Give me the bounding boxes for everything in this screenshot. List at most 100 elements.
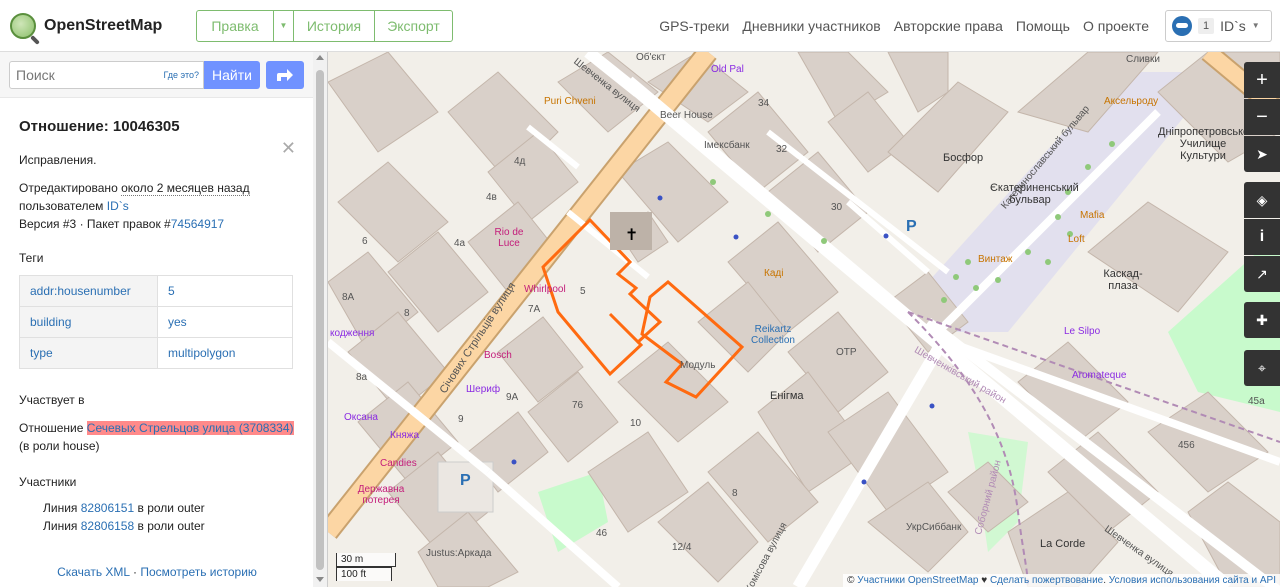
download-xml-link[interactable]: Скачать XML bbox=[57, 565, 130, 579]
scale-metric: 30 m bbox=[336, 553, 396, 567]
avatar bbox=[1172, 15, 1192, 36]
poi-label[interactable]: Justus:Аркада bbox=[426, 548, 491, 559]
poi-label[interactable]: Aromateque bbox=[1072, 370, 1126, 381]
add-note-button[interactable]: ✚ bbox=[1244, 302, 1280, 338]
poi-label[interactable]: Beer House bbox=[660, 110, 713, 121]
part-of-heading: Участвует в bbox=[19, 393, 85, 407]
poi-label[interactable]: Каді bbox=[764, 268, 783, 279]
directions-button[interactable] bbox=[266, 60, 304, 89]
query-features-button[interactable]: ⌖ bbox=[1244, 350, 1280, 386]
poi-label[interactable]: Le Silpo bbox=[1064, 326, 1100, 337]
tag-key[interactable]: addr:housenumber bbox=[19, 275, 158, 307]
attribution-prefix: © bbox=[847, 575, 858, 586]
share-button[interactable]: ↗ bbox=[1244, 256, 1280, 292]
zoom-out-button[interactable]: − bbox=[1244, 99, 1280, 135]
poi-label[interactable]: УкрСиббанк bbox=[906, 522, 961, 533]
export-button[interactable]: Экспорт bbox=[375, 11, 452, 41]
changeset-link[interactable]: 74564917 bbox=[171, 217, 224, 231]
list-item: Линия 82806151 в роли outer bbox=[19, 499, 295, 517]
donate-link[interactable]: Сделать пожертвование bbox=[990, 575, 1103, 586]
sidebar: Поиск Где это? Найти Отношение: 10046305… bbox=[0, 52, 328, 587]
house-number: 8 bbox=[732, 488, 738, 499]
house-number: 4а bbox=[454, 238, 466, 249]
poi-label[interactable]: Puri Chveni bbox=[544, 96, 596, 107]
user-menu[interactable]: 1 ID`s ▼ bbox=[1165, 9, 1272, 42]
where-is-this-link[interactable]: Где это? bbox=[164, 70, 199, 80]
layers-icon: ◈ bbox=[1256, 191, 1268, 208]
poi-label[interactable]: Rio de Luce bbox=[492, 227, 526, 249]
version-info: Версия #3 · Пакет правок # bbox=[19, 217, 171, 231]
edit-button[interactable]: Правка bbox=[197, 10, 274, 41]
poi-label[interactable]: Винтаж bbox=[978, 254, 1013, 265]
poi-label[interactable]: Княжа bbox=[390, 430, 419, 441]
user-link[interactable]: ID`s bbox=[107, 199, 129, 213]
house-number: 5 bbox=[580, 286, 586, 297]
search-input[interactable]: Поиск Где это? bbox=[9, 60, 204, 89]
tag-value[interactable]: multipolygon bbox=[157, 337, 293, 369]
poi-label[interactable]: Reikartz Collection bbox=[748, 324, 798, 346]
map-key-button[interactable]: i bbox=[1244, 219, 1280, 255]
user-name: ID`s bbox=[1220, 17, 1246, 34]
cursor-question-icon: ⌖ bbox=[1258, 359, 1266, 376]
house-number: 7А bbox=[528, 304, 541, 315]
poi-label[interactable]: Сливки bbox=[1126, 54, 1160, 65]
tag-key[interactable]: type bbox=[19, 337, 158, 369]
member-link[interactable]: 82806151 bbox=[81, 501, 134, 515]
poi-label[interactable]: Об'єкт bbox=[636, 52, 666, 63]
osm-logo-icon bbox=[10, 12, 36, 39]
member-link[interactable]: 82806158 bbox=[81, 519, 134, 533]
nav-diaries[interactable]: Дневники участников bbox=[742, 18, 880, 34]
nav-about[interactable]: О проекте bbox=[1083, 18, 1149, 34]
zoom-in-button[interactable]: + bbox=[1244, 62, 1280, 98]
house-number: 76 bbox=[572, 400, 584, 411]
directions-icon bbox=[277, 68, 293, 81]
parking-icon: P bbox=[906, 218, 917, 235]
edited-time: около 2 месяцев назад bbox=[121, 181, 250, 196]
poi-label[interactable]: Bosch bbox=[484, 350, 512, 361]
scrollbar-thumb[interactable] bbox=[316, 70, 324, 570]
search-button[interactable]: Найти bbox=[204, 60, 260, 89]
poi-label[interactable]: Loft bbox=[1068, 234, 1085, 245]
poi-label[interactable]: Old Pal bbox=[711, 64, 744, 75]
search-bar: Поиск Где это? Найти bbox=[0, 52, 327, 98]
poi-label[interactable]: Імексбанк bbox=[704, 140, 750, 151]
locate-button[interactable]: ➤ bbox=[1244, 136, 1280, 172]
edit-dropdown-button[interactable]: ▼ bbox=[274, 10, 294, 41]
layers-button[interactable]: ◈ bbox=[1244, 182, 1280, 218]
map-attribution: © Участники OpenStreetMap ♥ Сделать поже… bbox=[843, 574, 1280, 587]
nav-gps-traces[interactable]: GPS-треки bbox=[659, 18, 729, 34]
scroll-down-icon[interactable] bbox=[316, 577, 324, 582]
parent-relation-link[interactable]: Сечевых Стрельцов улица (3708334) bbox=[86, 421, 294, 435]
poi-label[interactable]: Whirlpool bbox=[524, 284, 566, 295]
svg-text:✝: ✝ bbox=[625, 225, 638, 244]
scroll-up-icon[interactable] bbox=[316, 55, 324, 60]
info-icon: i bbox=[1259, 228, 1265, 245]
poi-label[interactable]: Шериф bbox=[466, 384, 500, 395]
poi-label[interactable]: Candies bbox=[380, 458, 417, 469]
logo[interactable]: OpenStreetMap bbox=[10, 12, 185, 39]
note-add-icon: ✚ bbox=[1256, 311, 1268, 328]
sidebar-footer: Скачать XML · Посмотреть историю bbox=[0, 565, 314, 579]
history-button[interactable]: История bbox=[294, 10, 375, 41]
poi-label[interactable]: Модуль bbox=[680, 360, 715, 371]
nav-help[interactable]: Помощь bbox=[1016, 18, 1070, 34]
house-number: 12/4 bbox=[672, 542, 692, 553]
poi-label[interactable]: Mafia bbox=[1080, 210, 1104, 221]
map[interactable]: ✝ Січових Стрільців вулиця Шевченка вули… bbox=[328, 52, 1280, 587]
tag-key[interactable]: building bbox=[19, 306, 158, 338]
nav-copyright[interactable]: Авторские права bbox=[894, 18, 1003, 34]
terms-link[interactable]: Условия использования сайта и API bbox=[1109, 575, 1276, 586]
close-icon[interactable]: ✕ bbox=[281, 138, 296, 159]
contributors-link[interactable]: Участники OpenStreetMap bbox=[857, 575, 978, 586]
poi-label[interactable]: Державна потерея bbox=[356, 484, 406, 506]
sidebar-scrollbar[interactable] bbox=[313, 52, 327, 587]
poi-label[interactable]: Аксельроду bbox=[1104, 96, 1158, 107]
part-of-item: Отношение Сечевых Стрельцов улица (37083… bbox=[19, 419, 295, 455]
heart-icon: ♥ bbox=[978, 575, 990, 586]
poi-label[interactable]: ОТР bbox=[836, 347, 857, 358]
member-type: Линия bbox=[43, 519, 78, 533]
tag-value[interactable]: yes bbox=[157, 306, 293, 338]
poi-label[interactable]: кодження bbox=[330, 328, 374, 339]
view-history-link[interactable]: Посмотреть историю bbox=[140, 565, 257, 579]
poi-label[interactable]: Оксана bbox=[344, 412, 378, 423]
